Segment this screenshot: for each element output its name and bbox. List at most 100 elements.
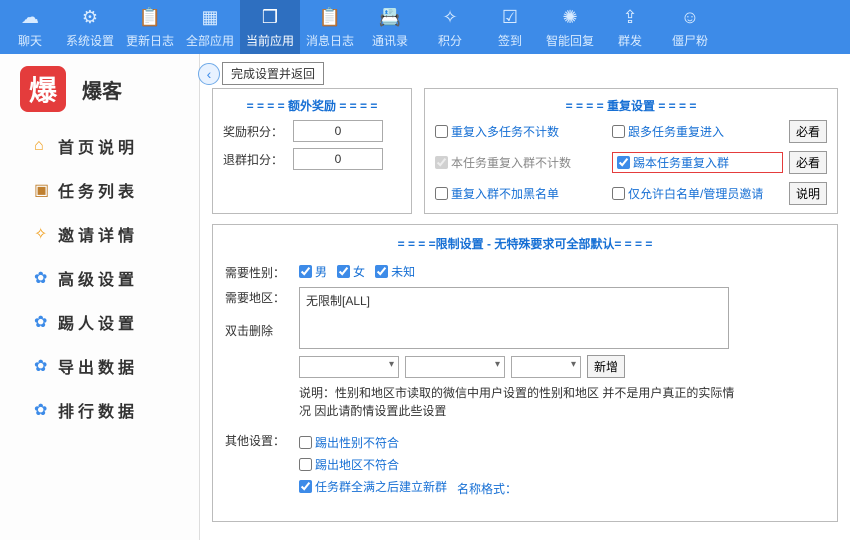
sidebar-label: 任务列表: [58, 178, 138, 202]
nav-item-7[interactable]: ✧ 积分: [420, 0, 480, 54]
gender-male[interactable]: 男: [299, 262, 327, 281]
back-arrow-icon: ‹: [198, 63, 220, 85]
other-opt3[interactable]: 任务群全满之后建立新群: [299, 478, 447, 495]
dup-opt3-label: 本任务重复入群不计数: [451, 154, 571, 171]
nav-item-1[interactable]: ⚙系统设置: [60, 0, 120, 54]
deduct-input[interactable]: 0: [293, 148, 383, 170]
dup-view-button-1[interactable]: 必看: [789, 120, 827, 143]
nav-icon: ▦: [198, 6, 222, 30]
nav-icon: 📇: [378, 6, 402, 30]
sidebar-item-2[interactable]: ✧邀请详情: [0, 212, 199, 256]
region-select-2[interactable]: [405, 356, 505, 378]
sidebar-item-4[interactable]: ✿踢人设置: [0, 300, 199, 344]
region-textarea[interactable]: 无限制[ALL]: [299, 287, 729, 349]
sidebar-label: 排行数据: [58, 398, 138, 422]
limit-desc: 说明：性别和地区市读取的微信中用户设置的性别和地区 并不是用户真正的实际情况 因…: [299, 384, 739, 420]
gender-unknown-label: 未知: [391, 263, 415, 280]
region-label: 需要地区：: [225, 287, 299, 306]
sidebar-label: 踢人设置: [58, 310, 138, 334]
gender-female[interactable]: 女: [337, 262, 365, 281]
nav-label: 通讯录: [372, 32, 408, 49]
brand-name: 爆客: [82, 75, 122, 104]
nav-label: 僵尸粉: [672, 32, 708, 49]
dup-opt4[interactable]: 踢本任务重复入群: [612, 152, 783, 173]
sidebar-label: 高级设置: [58, 266, 138, 290]
nav-label: 消息日志: [306, 32, 354, 49]
nav-label: 聊天: [18, 32, 42, 49]
sidebar-icon: ✿: [34, 400, 58, 420]
gender-unknown[interactable]: 未知: [375, 262, 415, 281]
other-opt2[interactable]: 踢出地区不符合: [299, 456, 399, 473]
brand-logo: 爆: [20, 66, 66, 112]
nav-item-8[interactable]: ☑签到: [480, 0, 540, 54]
deduct-label: 退群扣分：: [223, 151, 293, 168]
region-select-1[interactable]: [299, 356, 399, 378]
duplicate-title: = = = = 重复设置 = = = =: [435, 97, 827, 114]
dblclick-label: 双击删除: [225, 320, 299, 339]
other-opt1[interactable]: 踢出性别不符合: [299, 434, 399, 451]
dup-opt3[interactable]: 本任务重复入群不计数: [435, 154, 606, 171]
nav-label: 全部应用: [186, 32, 234, 49]
nav-icon: ✺: [558, 6, 582, 30]
reward-input[interactable]: 0: [293, 120, 383, 142]
limit-panel: = = = =限制设置 - 无特殊要求可全部默认= = = = 需要性别： 男 …: [212, 224, 838, 522]
dup-view-button-2[interactable]: 必看: [789, 151, 827, 174]
nav-icon: ⚙: [78, 6, 102, 30]
other-opt2-label: 踢出地区不符合: [315, 456, 399, 473]
sidebar-item-0[interactable]: ⌂首页说明: [0, 124, 199, 168]
other-label: 其他设置：: [225, 430, 299, 501]
gender-label: 需要性别：: [225, 262, 299, 281]
nav-item-2[interactable]: 📋更新日志: [120, 0, 180, 54]
sidebar-item-3[interactable]: ✿高级设置: [0, 256, 199, 300]
back-button[interactable]: ‹ 完成设置并返回: [198, 62, 324, 85]
nav-icon: ❒: [258, 6, 282, 30]
dup-desc-button[interactable]: 说明: [789, 182, 827, 205]
nav-item-6[interactable]: 📇 通讯录: [360, 0, 420, 54]
dup-opt6-label: 仅允许白名单/管理员邀请: [628, 185, 763, 202]
other-opt3-label: 任务群全满之后建立新群: [315, 478, 447, 495]
sidebar-item-1[interactable]: ▣任务列表: [0, 168, 199, 212]
back-button-label: 完成设置并返回: [222, 62, 324, 85]
other-opt1-label: 踢出性别不符合: [315, 434, 399, 451]
nav-label: 智能回复: [546, 32, 594, 49]
dup-opt2[interactable]: 跟多任务重复进入: [612, 123, 783, 140]
sidebar-icon: ✧: [34, 224, 58, 244]
brand: 爆 爆客: [0, 54, 199, 124]
nav-icon: 📋: [138, 6, 162, 30]
gender-female-label: 女: [353, 263, 365, 280]
sidebar-icon: ✿: [34, 268, 58, 288]
bonus-panel: = = = = 额外奖励 = = = = 奖励积分： 0 退群扣分： 0: [212, 88, 412, 214]
nav-item-3[interactable]: ▦ 全部应用: [180, 0, 240, 54]
dup-opt5[interactable]: 重复入群不加黑名单: [435, 185, 606, 202]
bonus-title: = = = = 额外奖励 = = = =: [223, 97, 401, 114]
sidebar-item-5[interactable]: ✿导出数据: [0, 344, 199, 388]
nav-item-10[interactable]: ⇪ 群发: [600, 0, 660, 54]
dup-opt6[interactable]: 仅允许白名单/管理员邀请: [612, 185, 783, 202]
dup-opt1-label: 重复入多任务不计数: [451, 123, 559, 140]
sidebar-label: 邀请详情: [58, 222, 138, 246]
nav-icon: ☺: [678, 6, 702, 30]
top-nav: ☁聊天⚙系统设置📋更新日志▦全部应用❒当前应用📋消息日志📇通讯录✧积分☑签到✺智…: [0, 0, 850, 54]
limit-title: = = = =限制设置 - 无特殊要求可全部默认= = = =: [225, 235, 825, 252]
nav-item-9[interactable]: ✺ 智能回复: [540, 0, 600, 54]
nav-label: 积分: [438, 32, 462, 49]
region-add-button[interactable]: 新增: [587, 355, 625, 378]
nav-label: 当前应用: [246, 32, 294, 49]
nav-label: 群发: [618, 32, 642, 49]
nav-item-4[interactable]: ❒ 当前应用: [240, 0, 300, 54]
sidebar-label: 导出数据: [58, 354, 138, 378]
nav-item-11[interactable]: ☺ 僵尸粉: [660, 0, 720, 54]
nav-item-0[interactable]: ☁聊天: [0, 0, 60, 54]
nav-icon: ⇪: [618, 6, 642, 30]
reward-label: 奖励积分：: [223, 123, 293, 140]
dup-opt2-label: 跟多任务重复进入: [628, 123, 724, 140]
dup-opt4-label: 踢本任务重复入群: [633, 154, 729, 171]
sidebar-item-6[interactable]: ✿排行数据: [0, 388, 199, 432]
duplicate-panel: = = = = 重复设置 = = = = 重复入多任务不计数 跟多任务重复进入 …: [424, 88, 838, 214]
sidebar-label: 首页说明: [58, 134, 138, 158]
nav-icon: ✧: [438, 6, 462, 30]
nav-item-5[interactable]: 📋消息日志: [300, 0, 360, 54]
region-select-3[interactable]: [511, 356, 581, 378]
gender-male-label: 男: [315, 263, 327, 280]
dup-opt1[interactable]: 重复入多任务不计数: [435, 123, 606, 140]
